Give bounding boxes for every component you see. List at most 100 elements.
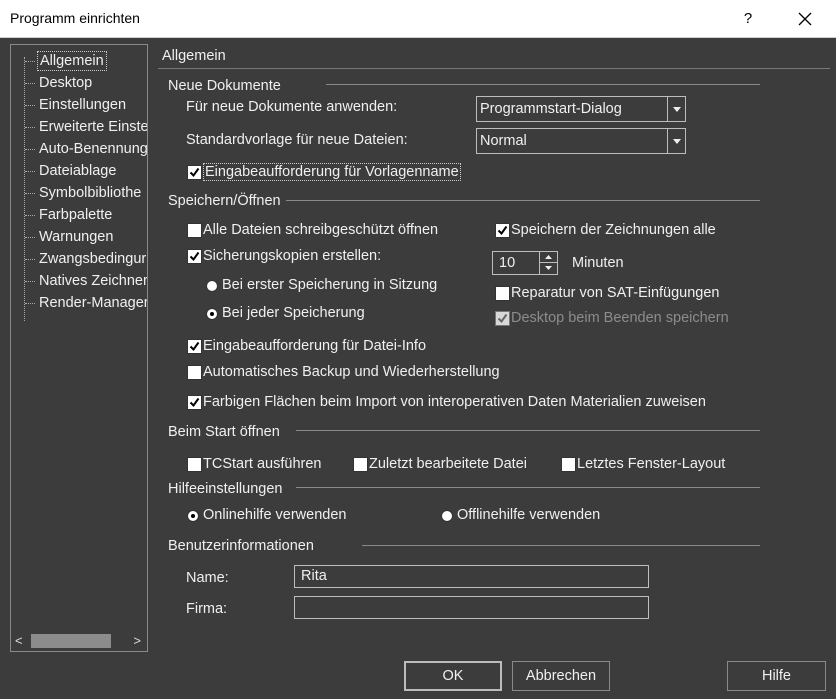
checkbox-box[interactable] — [495, 286, 510, 301]
tree-item-label: Allgemein — [37, 51, 107, 71]
hilfe-button[interactable]: Hilfe — [727, 661, 826, 691]
scroll-left-icon[interactable]: < — [15, 633, 23, 648]
tree-horizontal-scrollbar[interactable]: < > — [11, 631, 147, 651]
checkbox-label: Sicherungskopien erstellen: — [203, 248, 382, 264]
close-button[interactable] — [784, 4, 826, 34]
close-icon — [784, 4, 826, 34]
checkbox-box[interactable] — [187, 395, 202, 410]
radio-erste-speicherung[interactable]: Bei erster Speicherung in Sitzung — [206, 277, 446, 295]
divider — [158, 68, 830, 69]
tree-item-label: Warnungen — [39, 229, 114, 245]
anwenden-dropdown[interactable]: Programmstart-Dialog — [476, 96, 686, 122]
tree-item-zwangsbedingungen[interactable]: Zwangsbedingur — [11, 249, 147, 269]
group-rule — [362, 545, 760, 546]
group-title-benutzer: Benutzerinformationen — [168, 538, 314, 554]
tree-item-label: Erweiterte Einste — [39, 119, 147, 135]
spinner-value: 10 — [499, 255, 516, 271]
checkbox-box[interactable] — [187, 339, 202, 354]
checkbox-label: Desktop beim Beenden speichern — [511, 310, 729, 326]
checkbox-label: Letztes Fenster-Layout — [577, 456, 726, 472]
checkbox-sicherungskopien[interactable]: Sicherungskopien erstellen: — [187, 248, 397, 266]
radio-dot[interactable] — [187, 510, 199, 522]
checkbox-auto-backup[interactable]: Automatisches Backup und Wiederherstellu… — [187, 364, 517, 382]
title-bar: Programm einrichten ? — [0, 0, 836, 38]
radio-label: Bei erster Speicherung in Sitzung — [222, 277, 438, 293]
group-rule — [296, 487, 760, 488]
group-rule — [296, 430, 760, 431]
group-rule — [286, 200, 760, 201]
radio-offlinehilfe[interactable]: Offlinehilfe verwenden — [441, 507, 621, 525]
tree-item-label: Render-Manager — [39, 295, 147, 311]
tree-item-label: Natives Zeichner — [39, 273, 147, 289]
tree-item-dateiablage[interactable]: Dateiablage — [11, 161, 147, 181]
checkbox-label: Alle Dateien schreibgeschützt öffnen — [203, 222, 439, 238]
minuten-spinner[interactable]: 10 — [492, 251, 558, 275]
checkbox-tcstart[interactable]: TCStart ausführen — [187, 456, 327, 474]
checkbox-box[interactable] — [187, 457, 202, 472]
group-title-speichern: Speichern/Öffnen — [168, 193, 281, 209]
tree-item-natives-zeichnen[interactable]: Natives Zeichner — [11, 271, 147, 291]
standardvorlage-dropdown[interactable]: Normal — [476, 128, 686, 154]
checkbox-box[interactable] — [187, 223, 202, 238]
chevron-down-icon[interactable] — [667, 129, 685, 153]
group-rule — [326, 84, 760, 85]
scroll-thumb[interactable] — [31, 634, 111, 648]
tree-item-label: Einstellungen — [39, 97, 127, 113]
tree-item-einstellungen[interactable]: Einstellungen — [11, 95, 147, 115]
ok-button[interactable]: OK — [404, 661, 502, 691]
checkbox-schreibgeschuetzt[interactable]: Alle Dateien schreibgeschützt öffnen — [187, 222, 457, 240]
checkbox-label: Reparatur von SAT-Einfügungen — [511, 285, 720, 301]
tree-item-label: Farbpalette — [39, 207, 113, 223]
checkbox-zuletzt[interactable]: Zuletzt bearbeitete Datei — [353, 456, 543, 474]
tree-item-desktop[interactable]: Desktop — [11, 73, 147, 93]
checkbox-zeichnungen-speichern[interactable]: Speichern der Zeichnungen alle — [495, 222, 725, 240]
tree-item-render-manager[interactable]: Render-Manager — [11, 293, 147, 313]
spin-down-icon[interactable] — [539, 263, 557, 274]
checkbox-label: Farbigen Flächen beim Import von interop… — [203, 394, 706, 410]
page-title: Allgemein — [162, 48, 226, 64]
spin-up-icon[interactable] — [539, 252, 557, 263]
name-field[interactable]: Rita — [294, 565, 649, 588]
checkbox-reparatur-sat[interactable]: Reparatur von SAT-Einfügungen — [495, 285, 725, 303]
checkbox-datei-info[interactable]: Eingabeaufforderung für Datei-Info — [187, 338, 447, 356]
checkbox-box[interactable] — [353, 457, 368, 472]
tree-item-auto-benennung[interactable]: Auto-Benennung — [11, 139, 147, 159]
tree-item-label: Zwangsbedingur — [39, 251, 147, 267]
radio-onlinehilfe[interactable]: Onlinehilfe verwenden — [187, 507, 367, 525]
group-title-hilfe: Hilfeeinstellungen — [168, 481, 283, 497]
tree-item-allgemein[interactable]: Allgemein — [11, 51, 147, 71]
tree-item-warnungen[interactable]: Warnungen — [11, 227, 147, 247]
label-firma: Firma: — [186, 601, 228, 617]
chevron-down-icon[interactable] — [667, 97, 685, 121]
dropdown-value: Normal — [480, 133, 527, 149]
tree-item-farbpalette[interactable]: Farbpalette — [11, 205, 147, 225]
category-tree[interactable]: Allgemein Desktop Einstellungen Erweiter… — [10, 44, 148, 652]
checkbox-box[interactable] — [187, 165, 202, 180]
group-title-neue-dokumente: Neue Dokumente — [168, 78, 281, 94]
tree-item-label: Auto-Benennung — [39, 141, 147, 157]
radio-dot[interactable] — [206, 280, 218, 292]
checkbox-box[interactable] — [561, 457, 576, 472]
radio-dot[interactable] — [441, 510, 453, 522]
name-field-value: Rita — [301, 568, 327, 584]
radio-label: Bei jeder Speicherung — [222, 305, 365, 321]
radio-dot[interactable] — [206, 308, 218, 320]
group-title-start: Beim Start öffnen — [168, 424, 280, 440]
checkbox-farbige-flaechen[interactable]: Farbigen Flächen beim Import von interop… — [187, 394, 727, 412]
scroll-right-icon[interactable]: > — [133, 633, 141, 648]
tree-item-erweiterte[interactable]: Erweiterte Einste — [11, 117, 147, 137]
checkbox-desktop-beenden: Desktop beim Beenden speichern — [495, 310, 735, 328]
checkbox-fenster-layout[interactable]: Letztes Fenster-Layout — [561, 456, 741, 474]
tree-item-symbolbibliothek[interactable]: Symbolbibliothe — [11, 183, 147, 203]
tree-item-label: Symbolbibliothe — [39, 185, 142, 201]
tree-item-label: Dateiablage — [39, 163, 117, 179]
help-icon[interactable]: ? — [733, 4, 763, 34]
checkbox-label: Speichern der Zeichnungen alle — [511, 222, 716, 238]
checkbox-box[interactable] — [187, 249, 202, 264]
abbrechen-button[interactable]: Abbrechen — [512, 661, 610, 691]
checkbox-box[interactable] — [187, 365, 202, 380]
checkbox-box[interactable] — [495, 223, 510, 238]
radio-jede-speicherung[interactable]: Bei jeder Speicherung — [206, 305, 386, 323]
firma-field[interactable] — [294, 596, 649, 619]
checkbox-vorlagenname[interactable]: Eingabeaufforderung für Vorlagenname — [187, 163, 477, 182]
